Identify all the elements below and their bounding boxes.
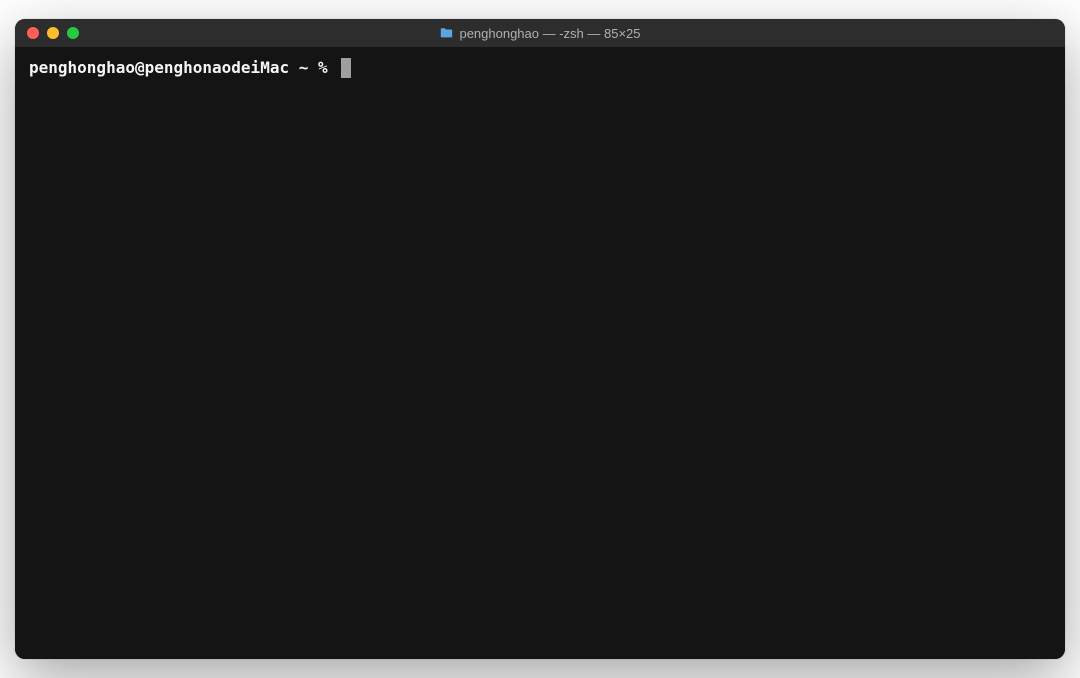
traffic-lights (15, 27, 79, 39)
cursor-icon (341, 58, 351, 78)
prompt-line: penghonghao@penghonaodeiMac ~ % (29, 57, 1051, 79)
window-title: penghonghao — -zsh — 85×25 (439, 26, 640, 41)
maximize-button[interactable] (67, 27, 79, 39)
folder-icon (439, 26, 453, 40)
shell-prompt: penghonghao@penghonaodeiMac ~ % (29, 57, 337, 79)
terminal-window: penghonghao — -zsh — 85×25 penghonghao@p… (15, 19, 1065, 659)
close-button[interactable] (27, 27, 39, 39)
terminal-body[interactable]: penghonghao@penghonaodeiMac ~ % (15, 47, 1065, 659)
window-title-text: penghonghao — -zsh — 85×25 (459, 26, 640, 41)
minimize-button[interactable] (47, 27, 59, 39)
titlebar[interactable]: penghonghao — -zsh — 85×25 (15, 19, 1065, 47)
